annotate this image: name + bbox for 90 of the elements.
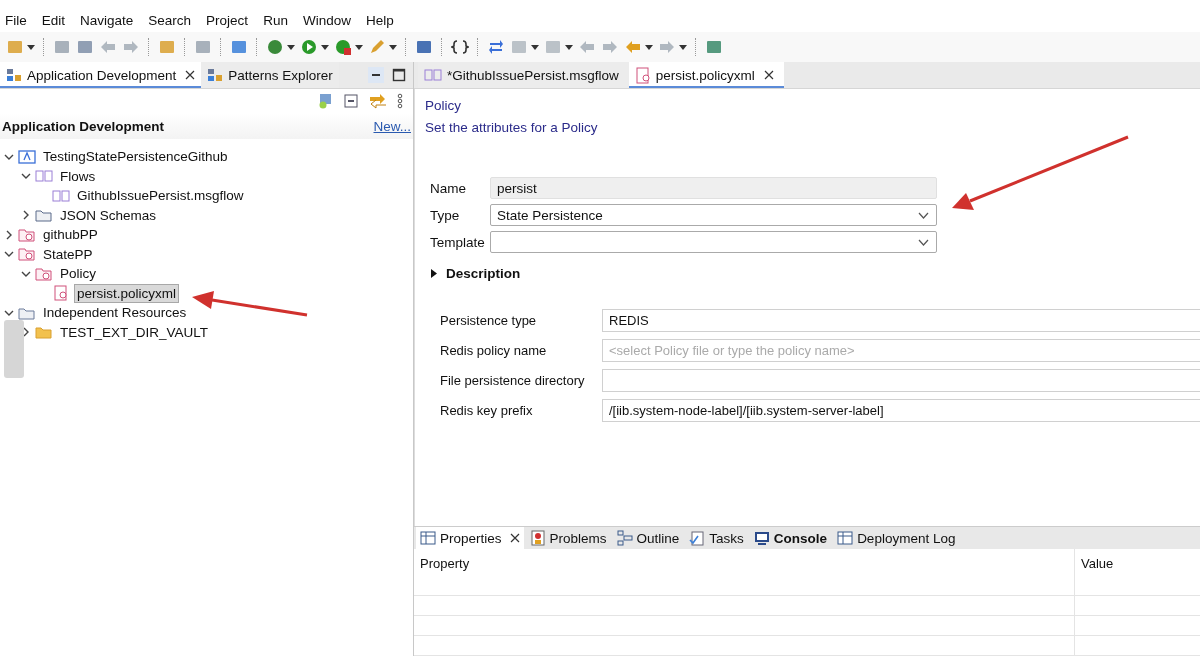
property-field[interactable]: <select Policy file or type the policy name> [602, 339, 1200, 362]
tree-item[interactable]: githubPP [40, 225, 101, 245]
properties-icon [420, 530, 436, 546]
outline-icon [616, 530, 633, 546]
schemas-icon [35, 207, 53, 224]
column-header: Value [1080, 555, 1115, 573]
expand-triangle-icon[interactable] [430, 269, 438, 278]
more-options-icon[interactable] [397, 93, 403, 109]
minimize-icon[interactable] [367, 66, 385, 84]
menu-item[interactable]: Search [148, 12, 192, 28]
dropdown-caret-icon[interactable] [27, 44, 35, 50]
tree-item[interactable]: StatePP [40, 244, 96, 264]
menu-item[interactable]: Edit [41, 12, 66, 28]
section-heading[interactable]: Description [446, 266, 521, 281]
collapse-handle[interactable] [4, 320, 24, 378]
close-icon[interactable] [185, 70, 196, 80]
collapse-chevron-icon[interactable] [4, 229, 14, 240]
policy-icon [634, 66, 651, 84]
section-title: Policy [425, 97, 461, 115]
text-field[interactable]: persist [490, 177, 937, 199]
property-field[interactable]: /[iib.system-node-label]/[iib.system-server-label] [602, 399, 1200, 422]
field-label: Name [430, 180, 467, 196]
chevron-down-icon [918, 238, 929, 246]
dropdown-caret-icon[interactable] [645, 44, 653, 50]
property-label: Redis key prefix [440, 403, 534, 418]
menu-item[interactable]: Navigate [80, 12, 134, 28]
project-icon [18, 246, 36, 263]
app-icon [18, 148, 36, 165]
view-tab[interactable]: Console [749, 527, 832, 549]
property-field[interactable] [602, 369, 1200, 392]
dropdown-caret-icon[interactable] [679, 44, 687, 50]
view-tab[interactable]: Application Development [0, 62, 202, 88]
chevron-down-icon [918, 211, 929, 219]
flows-icon [35, 168, 53, 185]
log-icon [837, 530, 854, 546]
collapse-all-icon[interactable] [343, 93, 359, 109]
view-tab[interactable]: Deployment Log [833, 527, 960, 549]
menu-item[interactable]: File [5, 12, 27, 28]
tree-item[interactable]: Independent Resources [40, 303, 190, 323]
view-tab[interactable]: Properties [416, 527, 524, 549]
column-header: Property [414, 549, 1075, 595]
folder-icon [35, 324, 53, 341]
view-tab[interactable]: Problems [525, 527, 611, 549]
tree-item[interactable]: Policy [57, 264, 99, 284]
menu-item[interactable]: Run [263, 12, 288, 28]
tree-item[interactable]: GithubIssuePersist.msgflow [74, 186, 247, 206]
tree-item[interactable]: JSON Schemas [57, 205, 160, 225]
property-label: Redis policy name [440, 343, 548, 358]
maximize-icon[interactable] [392, 68, 406, 82]
section-subtitle: Set the attributes for a Policy [425, 119, 598, 137]
tree-item[interactable]: Flows [57, 166, 99, 186]
toolbar-run-icon[interactable] [300, 38, 318, 56]
property-label: File persistence directory [440, 373, 586, 388]
tasks-icon [689, 530, 706, 546]
dropdown[interactable]: State Persistence [490, 204, 937, 226]
field-label: Type [430, 207, 461, 223]
toolbar-braces-icon[interactable] [451, 38, 469, 56]
view-tab[interactable]: Outline [612, 527, 684, 549]
msgflow-icon [424, 68, 442, 82]
menu-item[interactable]: Project [206, 12, 249, 28]
new-link[interactable]: New... [373, 118, 411, 134]
dropdown-caret-icon[interactable] [321, 44, 329, 50]
editor-tab[interactable]: persist.policyxml [628, 62, 784, 88]
view-icon [207, 67, 224, 83]
project-icon [18, 226, 36, 243]
view-icon [6, 67, 22, 83]
tree-item[interactable]: TestingStatePersistenceGithub [40, 147, 231, 167]
toolbar-swap-icon[interactable] [487, 38, 505, 56]
policy-icon [52, 285, 70, 302]
menu-item[interactable]: Window [302, 12, 351, 28]
panel-heading: Application Development [2, 118, 165, 134]
tree-item[interactable]: persist.policyxml [74, 283, 180, 303]
console-icon [753, 530, 770, 546]
dropdown-caret-icon[interactable] [531, 44, 539, 50]
close-icon[interactable] [509, 533, 520, 543]
dropdown-caret-icon[interactable] [287, 44, 295, 50]
close-icon[interactable] [763, 70, 774, 80]
menu-item[interactable]: Help [365, 12, 394, 28]
view-tab[interactable]: Tasks [685, 527, 748, 549]
property-field[interactable]: REDIS [602, 309, 1200, 332]
property-label: Persistence type [440, 313, 538, 328]
msgflow-icon [52, 187, 70, 204]
field-label: Template [430, 234, 486, 250]
problems-icon [529, 530, 546, 546]
collapse-chevron-icon[interactable] [21, 210, 31, 221]
dropdown-caret-icon[interactable] [355, 44, 363, 50]
tree-item[interactable]: TEST_EXT_DIR_VAULT [57, 322, 212, 342]
dropdown-caret-icon[interactable] [389, 44, 397, 50]
policyfolder-icon [35, 265, 53, 282]
dropdown-caret-icon[interactable] [565, 44, 573, 50]
